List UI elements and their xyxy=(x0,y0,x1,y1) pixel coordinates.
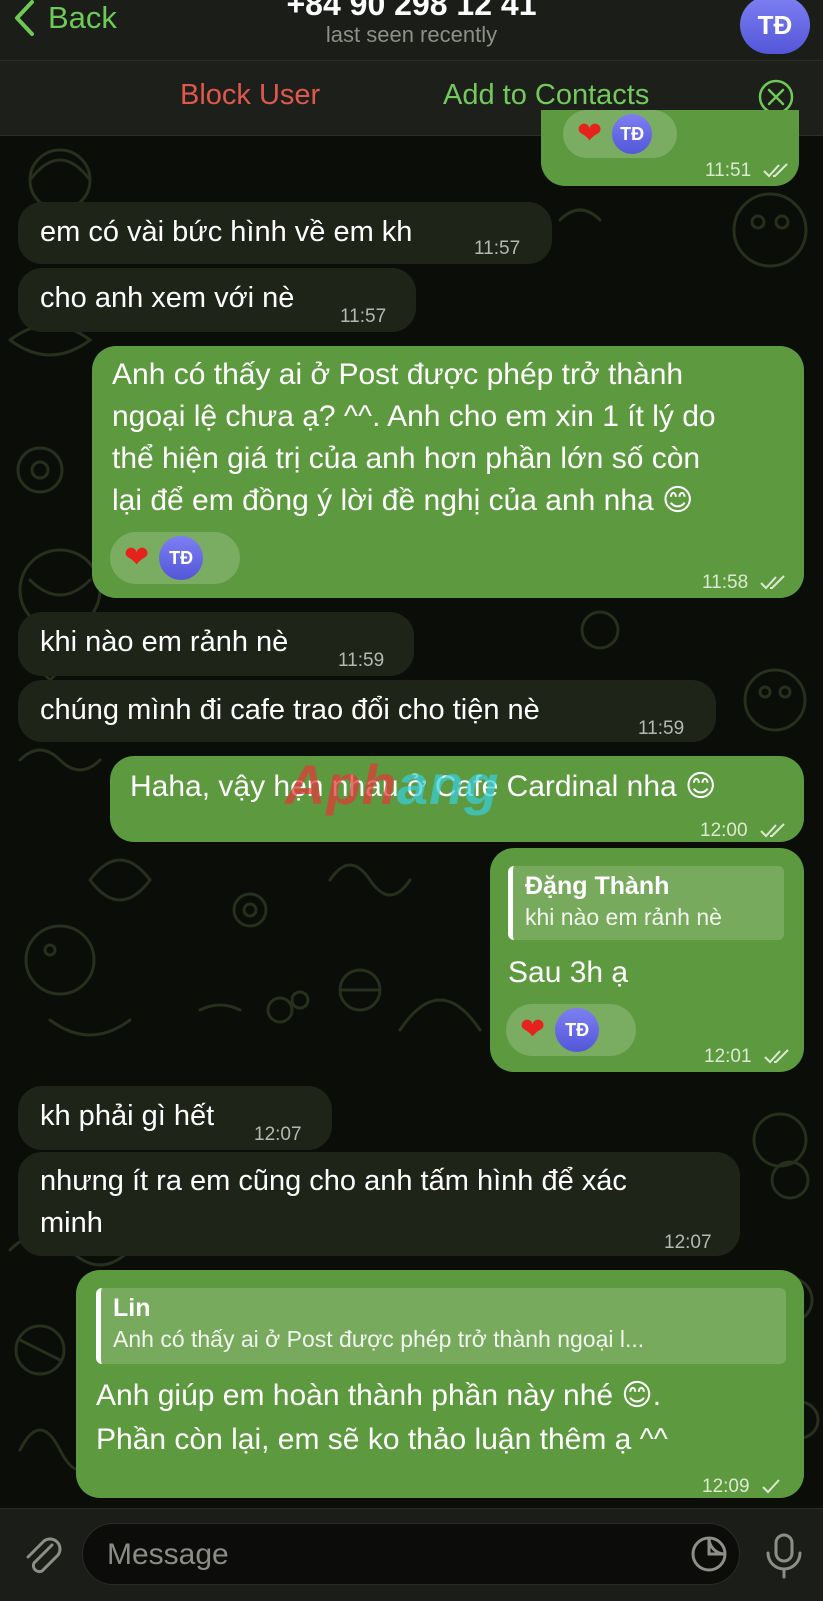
peer-name[interactable]: +84 90 298 12 41 xyxy=(0,0,823,23)
peer-status: last seen recently xyxy=(325,22,498,47)
message-composer xyxy=(0,1508,823,1601)
message-bubble-outgoing[interactable]: Lin Anh có thấy ai ở Post được phép trở … xyxy=(76,1270,804,1498)
heart-icon: ❤ xyxy=(577,117,603,150)
message-text-line: Anh giúp em hoàn thành phần này nhé 😊. xyxy=(96,1379,662,1412)
message-time: 11:57 xyxy=(474,238,521,259)
message-time: 11:51 xyxy=(705,160,752,181)
message-text: kh phải gì hết xyxy=(40,1100,215,1132)
message-bubble-outgoing[interactable]: ❤ TĐ 11:51 xyxy=(541,110,799,186)
add-to-contacts-button[interactable]: Add to Contacts xyxy=(443,79,649,112)
message-text-line: lại để em đồng ý lời đề nghị của anh nha… xyxy=(112,484,694,517)
message-input-wrapper xyxy=(82,1523,740,1586)
single-check-icon xyxy=(762,1479,780,1494)
microphone-icon[interactable] xyxy=(762,1531,806,1581)
message-bubble-incoming[interactable]: kh phải gì hết 12:07 xyxy=(18,1086,332,1150)
message-bubble-incoming[interactable]: em có vài bức hình về em kh 11:57 xyxy=(18,202,552,264)
double-check-icon xyxy=(764,1049,789,1064)
reactor-avatar: TĐ xyxy=(612,114,653,154)
reply-preview[interactable]: Lin Anh có thấy ai ở Post được phép trở … xyxy=(96,1288,786,1364)
message-time: 11:58 xyxy=(702,572,749,593)
message-reactions[interactable]: ❤ TĐ xyxy=(110,532,240,584)
message-text: cho anh xem với nè xyxy=(40,282,295,314)
message-text: em có vài bức hình về em kh xyxy=(40,216,413,248)
message-time: 12:07 xyxy=(254,1124,302,1145)
message-time: 12:00 xyxy=(700,820,748,841)
message-reactions[interactable]: ❤ TĐ xyxy=(506,1004,636,1056)
avatar[interactable]: TĐ xyxy=(740,0,810,54)
heart-icon: ❤ xyxy=(124,541,150,574)
reply-author: Lin xyxy=(113,1294,151,1322)
message-input[interactable] xyxy=(105,1524,669,1586)
reply-text: Anh có thấy ai ở Post được phép trở thàn… xyxy=(113,1326,645,1352)
message-bubble-incoming[interactable]: khi nào em rảnh nè 11:59 xyxy=(18,612,414,676)
chat-header: Back +84 90 298 12 41 last seen recently… xyxy=(0,0,823,61)
block-user-button[interactable]: Block User xyxy=(180,79,320,112)
message-time: 11:59 xyxy=(638,718,685,739)
message-time: 12:01 xyxy=(704,1046,752,1067)
message-text-line: minh xyxy=(40,1207,103,1239)
heart-icon: ❤ xyxy=(520,1013,546,1046)
sticker-icon[interactable] xyxy=(689,1534,729,1574)
double-check-icon xyxy=(763,163,789,178)
reply-text: khi nào em rảnh nè xyxy=(525,904,722,930)
double-check-icon xyxy=(760,575,786,590)
message-text: khi nào em rảnh nè xyxy=(40,626,289,658)
message-text-line: nhưng ít ra em cũng cho anh tấm hình để … xyxy=(40,1165,627,1197)
message-time: 12:09 xyxy=(702,1476,750,1497)
reactor-avatar: TĐ xyxy=(555,1008,600,1052)
paperclip-icon[interactable] xyxy=(18,1531,66,1579)
message-time: 11:57 xyxy=(340,306,387,327)
message-text-line: Anh có thấy ai ở Post được phép trở thàn… xyxy=(112,358,684,391)
reply-preview[interactable]: Đặng Thành khi nào em rảnh nè xyxy=(508,866,784,940)
message-bubble-incoming[interactable]: cho anh xem với nè 11:57 xyxy=(18,268,416,332)
message-bubble-outgoing[interactable]: Anh có thấy ai ở Post được phép trở thàn… xyxy=(92,346,804,598)
message-bubble-incoming[interactable]: chúng mình đi cafe trao đổi cho tiện nè … xyxy=(18,680,716,742)
message-text: chúng mình đi cafe trao đổi cho tiện nè xyxy=(40,694,540,726)
message-text-line: ngoại lệ chưa ạ? ^^. Anh cho em xin 1 ít… xyxy=(112,400,716,433)
reply-author: Đặng Thành xyxy=(525,872,670,900)
message-reactions[interactable]: ❤ TĐ xyxy=(563,110,677,158)
message-text-line: Phần còn lại, em sẽ ko thảo luận thêm ạ … xyxy=(96,1423,668,1456)
reactor-avatar: TĐ xyxy=(159,536,204,580)
message-text: Haha, vậy hẹn nhau ở Cafe Cardinal nha 😊 xyxy=(130,770,717,803)
message-bubble-outgoing[interactable]: Đặng Thành khi nào em rảnh nè Sau 3h ạ ❤… xyxy=(490,848,804,1072)
double-check-icon xyxy=(760,823,785,838)
message-text-line: thể hiện giá trị của anh hơn phần lớn số… xyxy=(112,442,701,475)
message-bubble-outgoing[interactable]: Haha, vậy hẹn nhau ở Cafe Cardinal nha 😊… xyxy=(110,756,804,842)
message-text: Sau 3h ạ xyxy=(508,956,629,989)
message-bubble-incoming[interactable]: nhưng ít ra em cũng cho anh tấm hình để … xyxy=(18,1152,740,1256)
message-time: 12:07 xyxy=(664,1232,712,1253)
message-time: 11:59 xyxy=(338,650,385,671)
